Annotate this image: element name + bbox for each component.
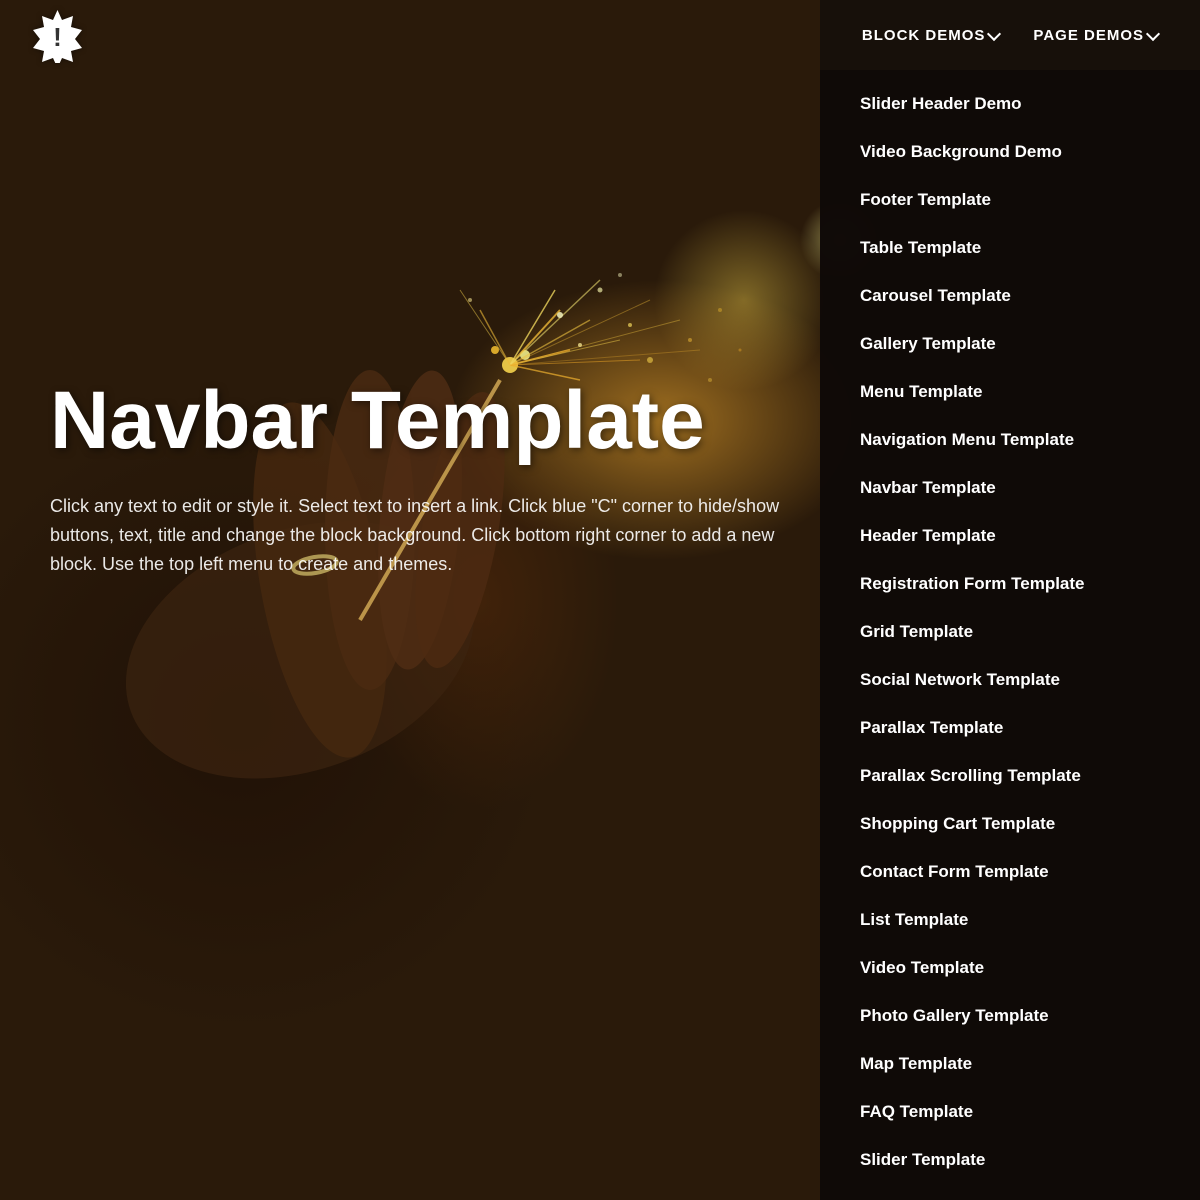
dropdown-item[interactable]: Contact Form Template: [820, 848, 1200, 896]
dropdown-item[interactable]: Navigation Menu Template: [820, 416, 1200, 464]
hero-content: Navbar Template Click any text to edit o…: [50, 380, 800, 578]
dropdown-panel: Slider Header DemoVideo Background DemoF…: [820, 70, 1200, 1200]
page-demos-label: PAGE DEMOS: [1033, 27, 1144, 44]
logo-badge[interactable]: !: [30, 8, 85, 63]
dropdown-item[interactable]: Registration Form Template: [820, 560, 1200, 608]
dropdown-item[interactable]: Shopping Cart Template: [820, 800, 1200, 848]
dropdown-item[interactable]: Slider Header Demo: [820, 80, 1200, 128]
dropdown-item[interactable]: Video Background Template: [820, 1184, 1200, 1200]
block-demos-chevron-icon: [987, 26, 1001, 40]
dropdown-item[interactable]: Slider Template: [820, 1136, 1200, 1184]
hero-description[interactable]: Click any text to edit or style it. Sele…: [50, 492, 780, 578]
dropdown-item[interactable]: Menu Template: [820, 368, 1200, 416]
dropdown-item[interactable]: List Template: [820, 896, 1200, 944]
dropdown-item[interactable]: Social Network Template: [820, 656, 1200, 704]
dropdown-item[interactable]: Navbar Template: [820, 464, 1200, 512]
dropdown-item[interactable]: Parallax Scrolling Template: [820, 752, 1200, 800]
dropdown-item[interactable]: Parallax Template: [820, 704, 1200, 752]
block-demos-link[interactable]: BLOCK DEMOS: [850, 19, 1012, 52]
navbar: ! BLOCK DEMOS PAGE DEMOS: [0, 0, 1200, 70]
dropdown-item[interactable]: Grid Template: [820, 608, 1200, 656]
dropdown-item[interactable]: FAQ Template: [820, 1088, 1200, 1136]
dropdown-item[interactable]: Gallery Template: [820, 320, 1200, 368]
dropdown-item[interactable]: Video Background Demo: [820, 128, 1200, 176]
dropdown-item[interactable]: Photo Gallery Template: [820, 992, 1200, 1040]
dropdown-item[interactable]: Footer Template: [820, 176, 1200, 224]
dropdown-item[interactable]: Map Template: [820, 1040, 1200, 1088]
dropdown-item[interactable]: Table Template: [820, 224, 1200, 272]
dropdown-item[interactable]: Carousel Template: [820, 272, 1200, 320]
dropdown-item[interactable]: Header Template: [820, 512, 1200, 560]
block-demos-label: BLOCK DEMOS: [862, 27, 986, 44]
hero-title[interactable]: Navbar Template: [50, 380, 800, 462]
nav-links: BLOCK DEMOS PAGE DEMOS: [850, 19, 1170, 52]
page-demos-chevron-icon: [1146, 26, 1160, 40]
svg-text:!: !: [53, 22, 62, 52]
dropdown-item[interactable]: Video Template: [820, 944, 1200, 992]
page-demos-link[interactable]: PAGE DEMOS: [1021, 19, 1170, 52]
